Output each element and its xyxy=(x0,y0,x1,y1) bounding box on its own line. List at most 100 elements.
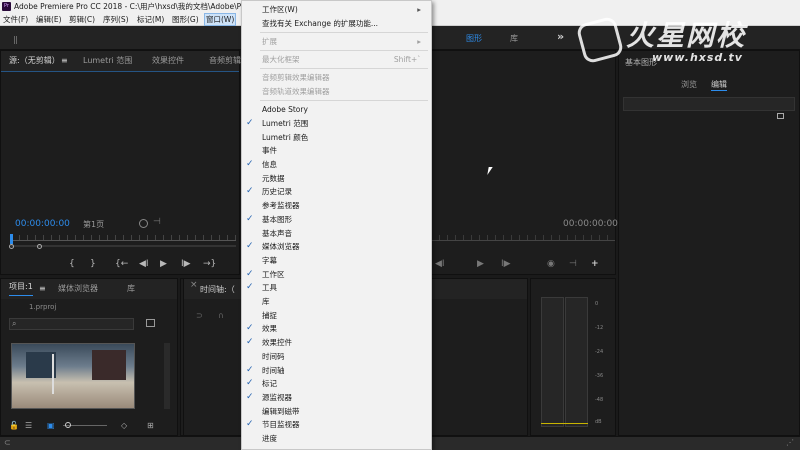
graphics-layer-list[interactable] xyxy=(623,97,795,111)
window-menu-item[interactable]: ✓ 源监视器 xyxy=(242,391,431,405)
window-menu-item[interactable]: ✓ 效果 xyxy=(242,322,431,336)
window-menu-item[interactable]: ✓ 时间轴 xyxy=(242,364,431,378)
tab-browse[interactable]: 浏览 xyxy=(681,79,697,90)
zoom-slider-handle[interactable] xyxy=(65,422,71,428)
window-menu-item[interactable]: ✓ 工作区 xyxy=(242,268,431,282)
sort-icon[interactable]: ◇ xyxy=(121,421,127,430)
tab-source-menu-icon[interactable]: ≡ xyxy=(61,51,68,71)
clip-thumbnail[interactable] xyxy=(11,343,135,409)
lock-icon[interactable]: 🔓 xyxy=(9,421,19,430)
window-menu-item[interactable]: 参考监视器 xyxy=(242,199,431,213)
menu-graphics[interactable]: 图形(G) xyxy=(172,13,199,26)
export-frame-icon[interactable]: ⊣ xyxy=(153,217,161,227)
window-menu-item[interactable]: 查找有关 Exchange 的扩展功能... xyxy=(242,17,431,31)
tab-effect-controls[interactable]: 效果控件 xyxy=(152,51,184,71)
icon-view-icon[interactable]: ▣ xyxy=(47,421,55,430)
tab-lumetri-scopes[interactable]: Lumetri 范围 xyxy=(83,51,132,71)
window-menu-item[interactable]: 编辑到磁带 xyxy=(242,405,431,419)
menu-clip[interactable]: 剪辑(C) xyxy=(69,13,95,26)
project-panel-tabs: 项目:1 ≡ 媒体浏览器 库 xyxy=(1,279,177,299)
tab-libraries[interactable]: 库 xyxy=(127,279,135,299)
new-bin-icon[interactable] xyxy=(146,319,155,327)
window-menu-item[interactable]: ✓ 基本图形 xyxy=(242,213,431,227)
menu-marker[interactable]: 标记(M) xyxy=(137,13,164,26)
window-menu-item[interactable]: 基本声音 xyxy=(242,227,431,241)
audio-meter-right xyxy=(565,297,588,427)
menu-window[interactable]: 窗口(W) xyxy=(204,13,237,26)
menu-edit[interactable]: 编辑(E) xyxy=(36,13,62,26)
window-menu-item[interactable]: 元数据 xyxy=(242,172,431,186)
window-menu-item[interactable]: Adobe Story xyxy=(242,103,431,117)
go-to-out-icon[interactable]: →} xyxy=(203,258,216,270)
page-selector[interactable]: 第1页 xyxy=(83,219,104,230)
linked-selection-icon[interactable]: ∩ xyxy=(218,311,224,320)
resize-grip-icon[interactable]: ⋰ xyxy=(786,438,794,447)
more-workspaces-icon[interactable]: » xyxy=(557,30,564,43)
window-menu-item[interactable]: ✓ 工具 xyxy=(242,281,431,295)
tab-project-menu-icon[interactable]: ≡ xyxy=(39,279,46,299)
window-menu-item[interactable]: Lumetri 颜色 xyxy=(242,131,431,145)
automate-icon[interactable]: ⊞ xyxy=(147,421,154,430)
program-ruler[interactable] xyxy=(431,235,615,241)
source-timecode[interactable]: 00:00:00:00 xyxy=(15,219,70,229)
program-export-icon[interactable]: ⊣ xyxy=(569,258,577,270)
project-search-input[interactable] xyxy=(9,318,134,330)
tab-source[interactable]: 源:（无剪辑） xyxy=(9,51,60,71)
mark-in-icon[interactable]: { xyxy=(69,258,75,270)
tab-libraries-top[interactable]: 库 xyxy=(510,33,518,44)
window-menu-item[interactable]: 进度 xyxy=(242,432,431,446)
zoom-scrollbar[interactable] xyxy=(11,245,236,247)
settings-wrench-icon[interactable] xyxy=(139,219,148,228)
window-menu-item[interactable]: 事件 xyxy=(242,144,431,158)
menu-file[interactable]: 文件(F) xyxy=(3,13,28,26)
tab-project[interactable]: 项目:1 xyxy=(9,279,33,296)
window-menu-item[interactable]: ✓ 标记 xyxy=(242,377,431,391)
program-step-forward-icon[interactable]: I▶ xyxy=(501,258,511,270)
menu-sequence[interactable]: 序列(S) xyxy=(103,13,129,26)
step-forward-icon[interactable]: I▶ xyxy=(181,258,191,270)
menu-item-label: 捕捉 xyxy=(262,310,277,320)
add-button-icon[interactable]: + xyxy=(591,258,599,270)
window-menu-item: 音频轨道效果编辑器 xyxy=(242,85,431,99)
program-camera-icon[interactable]: ◉ xyxy=(547,258,555,270)
menu-item-label: Adobe Story xyxy=(262,105,308,115)
new-layer-icon[interactable] xyxy=(777,113,784,119)
mark-out-icon[interactable]: } xyxy=(90,258,96,270)
project-scrollbar[interactable] xyxy=(164,343,170,409)
tab-timeline[interactable]: 时间轴:（ xyxy=(200,284,235,295)
zoom-handle-left[interactable] xyxy=(9,244,14,249)
window-menu-item[interactable]: ✓ 信息 xyxy=(242,158,431,172)
menu-item-label: 工作区(W) xyxy=(262,5,298,14)
checkmark-icon: ✓ xyxy=(246,337,254,348)
tab-edit[interactable]: 编辑 xyxy=(711,79,727,91)
list-view-icon[interactable]: ☰ xyxy=(25,421,32,430)
window-menu-item[interactable]: 字幕 xyxy=(242,254,431,268)
menu-item-label: 最大化框架 xyxy=(262,55,300,65)
timeline-close-icon[interactable]: × xyxy=(190,280,198,290)
window-menu-item[interactable]: 工作区(W) ▸ xyxy=(242,3,431,17)
program-play-icon[interactable]: ▶ xyxy=(477,258,484,270)
step-back-icon[interactable]: ◀I xyxy=(139,258,149,270)
zoom-handle-right[interactable] xyxy=(37,244,42,249)
play-icon[interactable]: ▶ xyxy=(160,258,167,270)
time-ruler[interactable] xyxy=(11,235,236,241)
project-panel: 项目:1 ≡ 媒体浏览器 库 1.prproj ⌕ 🔓 ☰ ▣ ◇ ⊞ xyxy=(0,278,178,436)
page-selector-label: 第1页 xyxy=(83,220,105,229)
tab-graphics[interactable]: 图形 xyxy=(466,33,482,44)
window-menu-item[interactable]: ✓ 历史记录 xyxy=(242,185,431,199)
program-timecode[interactable]: 00:00:00:00 xyxy=(563,219,618,229)
go-to-in-icon[interactable]: {← xyxy=(115,258,128,270)
window-menu-item[interactable]: 库 xyxy=(242,295,431,309)
tab-audio-clip[interactable]: 音频剪辑 xyxy=(209,51,241,71)
window-menu-item[interactable]: ✓ Lumetri 范围 xyxy=(242,117,431,131)
program-step-back-icon[interactable]: ◀I xyxy=(435,258,445,270)
playhead[interactable] xyxy=(10,234,13,244)
snap-icon[interactable]: ⊃ xyxy=(196,311,203,320)
window-menu-item[interactable]: 时间码 xyxy=(242,350,431,364)
window-menu-item[interactable]: ✓ 节目监视器 xyxy=(242,418,431,432)
window-menu-item[interactable]: ✓ 效果控件 xyxy=(242,336,431,350)
window-menu-item[interactable]: ✓ 媒体浏览器 xyxy=(242,240,431,254)
source-monitor-panel: 源:（无剪辑） ≡ Lumetri 范围 效果控件 音频剪辑 00:00:00:… xyxy=(0,50,241,275)
window-menu-item[interactable]: 捕捉 xyxy=(242,309,431,323)
tab-media-browser[interactable]: 媒体浏览器 xyxy=(58,279,98,299)
